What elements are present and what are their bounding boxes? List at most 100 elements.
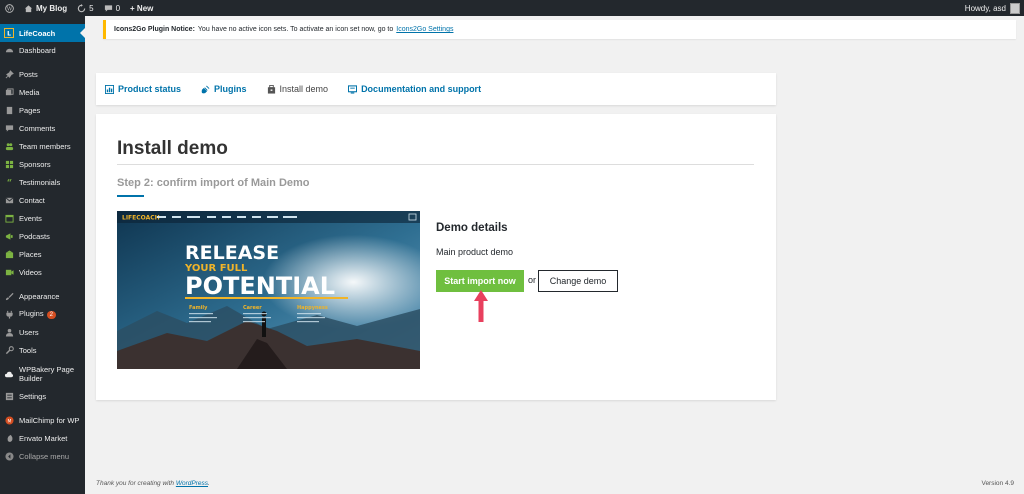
sidebar-item-label: Pages [19,105,41,115]
pointer-arrow-icon [474,290,488,322]
wordpress-link[interactable]: WordPress [176,480,208,487]
calendar-icon [4,213,14,223]
tab-product-status[interactable]: Product status [105,84,181,94]
tab-plugins[interactable]: Plugins [201,84,247,94]
install-demo-panel: Install demo Step 2: confirm import of M… [96,114,776,400]
page-title: Install demo [117,138,228,159]
lifecoach-logo-icon: L [4,28,14,38]
sidebar-item-envato[interactable]: Envato Market [0,429,85,447]
tab-documentation[interactable]: Documentation and support [348,84,481,94]
sidebar-item-videos[interactable]: Videos [0,263,85,281]
sidebar-item-label: Team members [19,141,71,151]
or-text: or [528,275,537,285]
sidebar-item-label: Collapse menu [19,451,70,461]
sidebar-item-label: Places [19,249,42,259]
mail-icon [4,195,14,205]
step-underline [117,195,144,197]
sidebar-item-wpbakery[interactable]: WPBakery Page Builder [0,362,85,386]
mailchimp-icon: M [4,415,14,425]
site-name: My Blog [36,3,68,13]
howdy-text: Howdy, asd [964,3,1006,13]
sidebar-item-team-members[interactable]: Team members [0,137,85,155]
brush-icon [4,291,14,301]
sidebar-item-label: Tools [19,345,37,355]
start-import-button[interactable]: Start import now [436,270,524,292]
video-icon [4,267,14,277]
preview-headline-1: RELEASE [185,242,279,264]
demo-details-description: Main product demo [436,247,514,257]
comment-bubble-icon [104,4,112,12]
updates-icon [77,3,86,12]
footer-thanks-suffix: . [208,480,210,487]
collapse-menu-button[interactable]: Collapse menu [0,447,85,465]
svg-text:M: M [7,418,11,424]
sidebar-item-settings[interactable]: Settings [0,387,85,405]
sidebar-item-label: LifeCoach [19,28,56,38]
wordpress-logo-icon[interactable]: W [0,0,19,16]
sidebar-item-appearance[interactable]: Appearance [0,287,85,305]
dashboard-icon [4,45,14,55]
my-account[interactable]: Howdy, asd [964,2,1024,14]
sidebar-item-events[interactable]: Events [0,209,85,227]
sponsors-icon [4,159,14,169]
plugin-icon [4,309,14,319]
comments-count: 0 [115,3,121,13]
sidebar-item-label: WPBakery Page Builder [19,365,75,383]
new-label: + New [130,3,154,13]
quote-icon: “ [4,177,14,187]
footer-thanks: Thank you for creating with WordPress. [96,480,210,487]
team-icon [4,141,14,151]
sidebar-item-comments[interactable]: Comments [0,119,85,137]
sidebar-item-testimonials[interactable]: “ Testimonials [0,173,85,191]
updates-link[interactable]: 5 [72,0,98,16]
sidebar-item-label: Testimonials [19,177,61,187]
sidebar-item-lifecoach[interactable]: L LifeCoach [0,24,85,42]
site-name-link[interactable]: My Blog [19,0,72,16]
tab-install-demo[interactable]: Install demo [267,84,328,94]
places-icon [4,249,14,259]
new-content-link[interactable]: + New [125,0,158,16]
sidebar-item-label: Events [19,213,42,223]
title-divider [117,164,754,165]
sidebar-item-label: Envato Market [19,433,68,443]
change-demo-button[interactable]: Change demo [538,270,618,292]
plugins-update-badge: 2 [46,311,56,319]
sidebar-item-mailchimp[interactable]: M MailChimp for WP [0,411,85,429]
sidebar-item-dashboard[interactable]: Dashboard [0,41,85,59]
sidebar-item-tools[interactable]: Tools [0,341,85,359]
comments-link[interactable]: 0 [99,0,125,16]
sidebar-item-label: Comments [19,123,56,133]
sidebar-item-plugins[interactable]: Plugins 2 [0,305,85,323]
preview-column-2: Career [243,305,262,311]
sidebar-item-users[interactable]: Users [0,323,85,341]
svg-text:L: L [7,31,11,38]
plugins-label: Plugins [19,309,44,318]
sidebar-item-posts[interactable]: Posts [0,65,85,83]
sidebar-item-label: Contact [19,195,45,205]
sidebar-item-pages[interactable]: Pages [0,101,85,119]
sidebar-item-label: Settings [19,391,47,401]
sidebar-item-media[interactable]: Media [0,83,85,101]
sidebar-item-label: Media [19,87,40,97]
notice-settings-link[interactable]: Icons2Go Settings [396,26,453,33]
sidebar-item-label: MailChimp for WP [19,415,80,425]
sidebar-item-podcasts[interactable]: Podcasts [0,227,85,245]
documentation-icon [348,84,358,94]
settings-icon [4,391,14,401]
svg-text:“: “ [6,179,11,187]
svg-text:W: W [7,6,13,12]
sidebar-item-label: Appearance [19,291,60,301]
preview-column-3: Happyness [297,305,328,311]
avatar [1010,2,1020,14]
envato-icon [4,433,14,443]
preview-column-1: Family [189,305,208,311]
comment-icon [4,123,14,133]
admin-bar: W My Blog 5 0 + New Howdy, asd [0,0,1024,16]
sidebar-item-places[interactable]: Places [0,245,85,263]
sidebar-item-sponsors[interactable]: Sponsors [0,155,85,173]
home-icon [24,4,33,12]
preview-headline-3: POTENTIAL [185,272,335,300]
updates-count: 5 [89,3,94,13]
sidebar-item-label: Posts [19,69,38,79]
sidebar-item-contact[interactable]: Contact [0,191,85,209]
